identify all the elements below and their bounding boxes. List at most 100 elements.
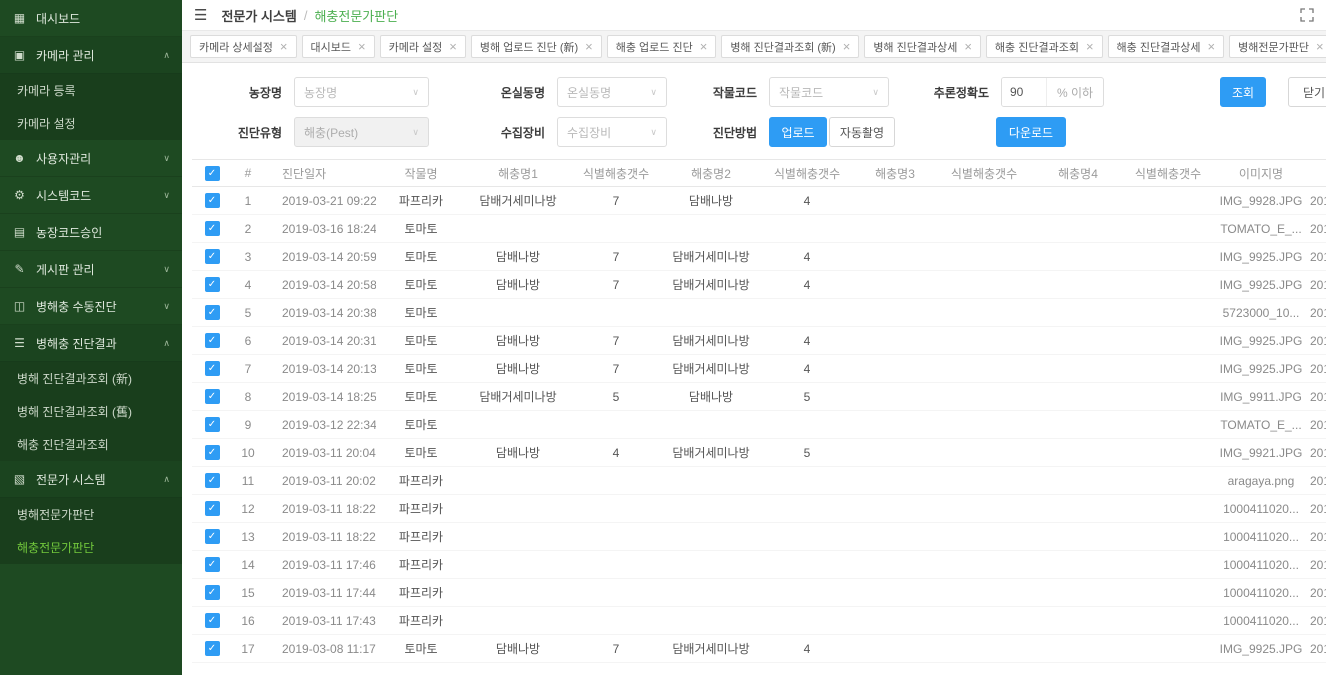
expert-system-icon: ▧ [12, 472, 27, 486]
sidebar-item-board-management[interactable]: ✎게시판 관리∨ [0, 251, 182, 288]
column-header: 식별해충갯수 [1124, 160, 1212, 187]
farm-name-label: 농장명 [182, 84, 282, 101]
chevron-down-icon: ∨ [163, 153, 170, 164]
chevron-down-icon: ∨ [650, 87, 657, 98]
collection-device-select[interactable]: 수집장비 ∨ [557, 117, 667, 147]
greenhouse-label: 온실동명 [445, 84, 545, 101]
sidebar-subitem[interactable]: 병해 진단결과조회 (舊) [0, 395, 182, 428]
close-icon[interactable]: × [700, 40, 708, 53]
accuracy-input[interactable] [1002, 78, 1046, 106]
tab[interactable]: 병해 진단결과조회 (新)× [721, 35, 859, 58]
row-checkbox[interactable]: ✓ [205, 249, 220, 264]
column-header: 해충명1 [466, 160, 570, 187]
sidebar-submenu: 병해전문가판단해충전문가판단 [0, 498, 182, 564]
sidebar-item-expert-system[interactable]: ▧전문가 시스템∧ [0, 461, 182, 498]
system-code-icon: ⚙ [12, 188, 27, 202]
row-checkbox[interactable]: ✓ [205, 529, 220, 544]
table-row: ✓92019-03-12 22:34:44토마토TOMATO_E_...201 [192, 411, 1326, 439]
close-button[interactable]: 닫기 [1288, 77, 1326, 107]
sidebar-item-system-code[interactable]: ⚙시스템코드∨ [0, 177, 182, 214]
sidebar-subitem[interactable]: 해충 진단결과조회 [0, 428, 182, 461]
table-row: ✓32019-03-14 20:59:38토마토담배나방7담배거세미나방4IMG… [192, 243, 1326, 271]
row-checkbox[interactable]: ✓ [205, 333, 220, 348]
tab[interactable]: 대시보드× [302, 35, 375, 58]
select-all-checkbox[interactable]: ✓ [205, 166, 220, 181]
chevron-down-icon: ∨ [412, 87, 419, 98]
row-checkbox[interactable]: ✓ [205, 473, 220, 488]
tab[interactable]: 병해 업로드 진단 (新)× [471, 35, 602, 58]
close-icon[interactable]: × [964, 40, 972, 53]
table-row: ✓52019-03-14 20:38:56토마토5723000_10...201 [192, 299, 1326, 327]
greenhouse-select[interactable]: 온실동명 ∨ [557, 77, 667, 107]
sidebar-item-diagnosis-results[interactable]: ☰병해충 진단결과∧ [0, 325, 182, 362]
sidebar-submenu: 병해 진단결과조회 (新)병해 진단결과조회 (舊)해충 진단결과조회 [0, 362, 182, 461]
chevron-up-icon: ∧ [163, 474, 170, 485]
search-button[interactable]: 조회 [1220, 77, 1266, 107]
table-row: ✓162019-03-11 17:43:34파프리카1000411020...2… [192, 607, 1326, 635]
close-icon[interactable]: × [585, 40, 593, 53]
column-header: 식별해충갯수 [570, 160, 662, 187]
table-row: ✓72019-03-14 20:13:53토마토담배나방7담배거세미나방4IMG… [192, 355, 1326, 383]
sidebar-subitem[interactable]: 카메라 등록 [0, 74, 182, 107]
chevron-down-icon: ∨ [650, 127, 657, 138]
filter-row-1: 농장명 농장명 ∨ 온실동명 온실동명 ∨ 작물코드 작물코드 ∨ 추론정확도 [182, 77, 1326, 107]
diagnosis-result-icon: ☰ [12, 336, 27, 350]
close-icon[interactable]: × [1316, 40, 1324, 53]
sidebar-submenu: 카메라 등록카메라 설정 [0, 74, 182, 140]
camera-icon: ▣ [12, 48, 27, 62]
filter-panel: 농장명 농장명 ∨ 온실동명 온실동명 ∨ 작물코드 작물코드 ∨ 추론정확도 [182, 63, 1326, 159]
fullscreen-icon[interactable] [1300, 8, 1314, 22]
tab[interactable]: 병해 진단결과상세× [864, 35, 981, 58]
sidebar-subitem[interactable]: 병해전문가판단 [0, 498, 182, 531]
row-checkbox[interactable]: ✓ [205, 557, 220, 572]
collection-device-label: 수집장비 [445, 124, 545, 141]
row-checkbox[interactable]: ✓ [205, 193, 220, 208]
sidebar-item-dashboard[interactable]: ▦대시보드 [0, 0, 182, 37]
method-auto-button[interactable]: 자동촬영 [829, 117, 895, 147]
column-header: 해충명4 [1032, 160, 1124, 187]
sidebar-subitem[interactable]: 카메라 설정 [0, 107, 182, 140]
diagnosis-type-label: 진단유형 [182, 124, 282, 141]
tab[interactable]: 해충 업로드 진단× [607, 35, 717, 58]
table-row: ✓82019-03-14 18:25:32토마토담배거세미나방5담배나방5IMG… [192, 383, 1326, 411]
row-checkbox[interactable]: ✓ [205, 417, 220, 432]
close-icon[interactable]: × [1086, 40, 1094, 53]
menu-toggle-icon[interactable]: ☰ [194, 6, 207, 24]
farm-code-icon: ▤ [12, 225, 27, 239]
tab[interactable]: 해충 진단결과조회× [986, 35, 1103, 58]
row-checkbox[interactable]: ✓ [205, 641, 220, 656]
sidebar-item-camera-management[interactable]: ▣카메라 관리∧ [0, 37, 182, 74]
column-header: 해충명3 [854, 160, 936, 187]
row-checkbox[interactable]: ✓ [205, 221, 220, 236]
close-icon[interactable]: × [843, 40, 851, 53]
row-checkbox[interactable]: ✓ [205, 445, 220, 460]
row-checkbox[interactable]: ✓ [205, 501, 220, 516]
sidebar-subitem[interactable]: 병해 진단결과조회 (新) [0, 362, 182, 395]
accuracy-input-group: % 이하 [1001, 77, 1104, 107]
farm-name-select[interactable]: 농장명 ∨ [294, 77, 429, 107]
tab[interactable]: 카메라 상세설정× [190, 35, 297, 58]
close-icon[interactable]: × [449, 40, 457, 53]
row-checkbox[interactable]: ✓ [205, 389, 220, 404]
sidebar-item-user-management[interactable]: ☻사용자관리∨ [0, 140, 182, 177]
close-icon[interactable]: × [280, 40, 288, 53]
row-checkbox[interactable]: ✓ [205, 613, 220, 628]
close-icon[interactable]: × [1208, 40, 1216, 53]
sidebar-item-manual-diagnosis[interactable]: ◫병해충 수동진단∨ [0, 288, 182, 325]
row-checkbox[interactable]: ✓ [205, 305, 220, 320]
tab[interactable]: 해충 진단결과상세× [1108, 35, 1225, 58]
sidebar-subitem[interactable]: 해충전문가판단 [0, 531, 182, 564]
sidebar-item-farm-code-approval[interactable]: ▤농장코드승인 [0, 214, 182, 251]
tab[interactable]: 병해전문가판단× [1229, 35, 1326, 58]
breadcrumb-root: 전문가 시스템 [221, 6, 296, 25]
close-icon[interactable]: × [358, 40, 366, 53]
tab[interactable]: 카메라 설정× [380, 35, 466, 58]
method-upload-button[interactable]: 업로드 [769, 117, 827, 147]
download-button[interactable]: 다운로드 [996, 117, 1066, 147]
users-icon: ☻ [12, 151, 27, 165]
crop-code-select[interactable]: 작물코드 ∨ [769, 77, 889, 107]
row-checkbox[interactable]: ✓ [205, 361, 220, 376]
diagnosis-type-select[interactable]: 해충(Pest) ∨ [294, 117, 429, 147]
row-checkbox[interactable]: ✓ [205, 585, 220, 600]
row-checkbox[interactable]: ✓ [205, 277, 220, 292]
